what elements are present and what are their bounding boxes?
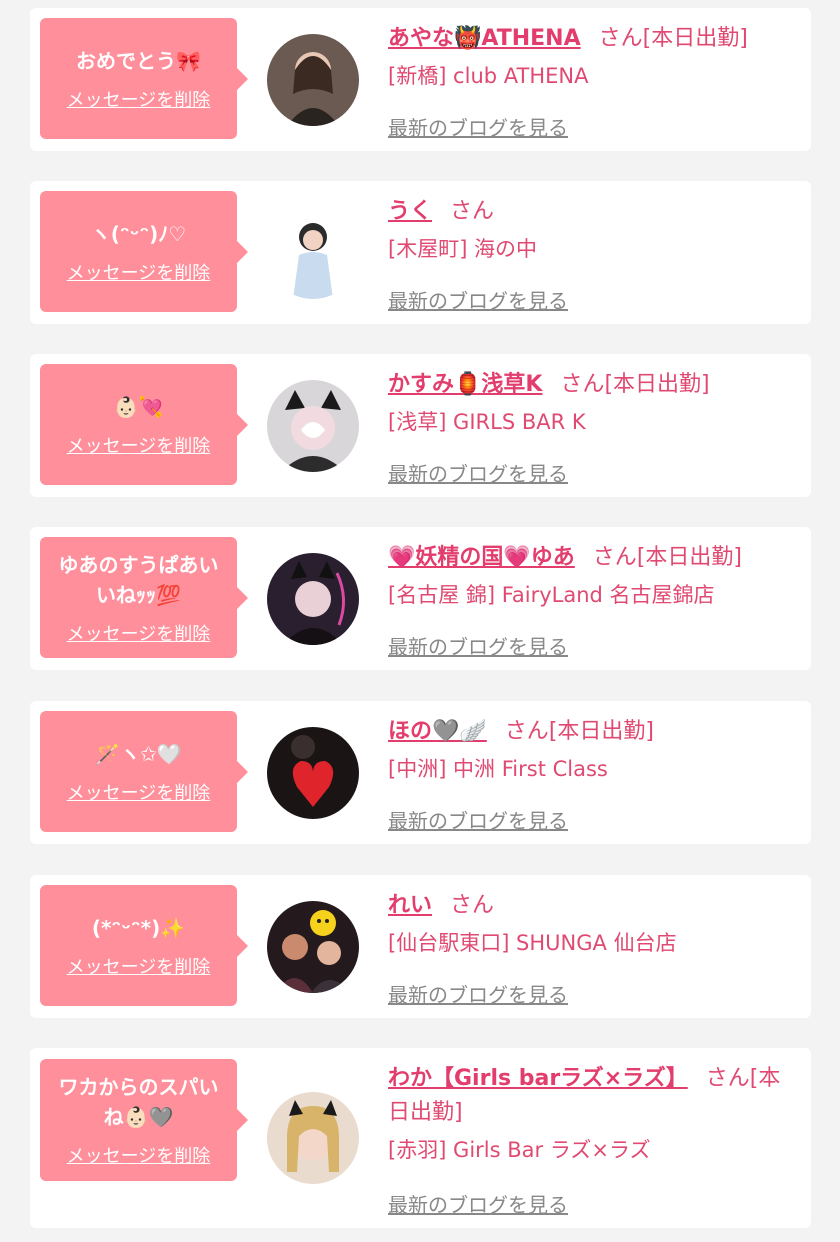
message-card: ワカからのスパいね👶🏻🩶 メッセージを削除 わか【Girls barラズ×ラズ】… xyxy=(30,1048,811,1228)
cast-info: かすみ🏮浅草K さん[本日出勤] [浅草] GIRLS BAR K xyxy=(388,368,791,440)
cast-name-link[interactable]: かすみ🏮浅草K xyxy=(388,372,542,397)
latest-blog-link[interactable]: 最新のブログを見る xyxy=(388,285,568,314)
message-list: おめでとう🎀 メッセージを削除 あやな👹ATHENA さん[本日出勤] [新橋] … xyxy=(0,0,840,1242)
avatar[interactable] xyxy=(267,1092,359,1184)
honorific: さん xyxy=(705,1066,750,1091)
message-card: 👶🏻💘 メッセージを削除 かすみ🏮浅草K さん[本日出勤] [浅草] GIRLS … xyxy=(30,354,811,497)
status-badge: [本日出勤] xyxy=(642,26,748,51)
delete-message-link[interactable]: メッセージを削除 xyxy=(67,86,211,112)
cast-name-link[interactable]: うく xyxy=(388,199,432,224)
latest-blog-link[interactable]: 最新のブログを見る xyxy=(388,112,568,141)
avatar[interactable] xyxy=(267,727,359,819)
honorific: さん xyxy=(560,372,605,397)
avatar[interactable] xyxy=(267,553,359,645)
message-bubble: おめでとう🎀 メッセージを削除 xyxy=(40,18,248,139)
delete-message-link[interactable]: メッセージを削除 xyxy=(67,259,211,285)
message-card: (*ᵔᵕᵔ*)✨ メッセージを削除 れい さん [仙台駅東口] SHUNGA 仙台… xyxy=(30,875,811,1018)
message-bubble: ワカからのスパいね👶🏻🩶 メッセージを削除 xyxy=(40,1059,248,1181)
cast-name-link[interactable]: わか【Girls barラズ×ラズ】 xyxy=(388,1066,688,1091)
shop-info: [新橋] club ATHENA xyxy=(388,64,589,88)
cast-info: ほの🩶🪽 さん[本日出勤] [中洲] 中洲 First Class xyxy=(388,715,791,787)
message-card: ゆあのすうぱあいいねｯｯ💯 メッセージを削除 💗妖精の国💗ゆあ さん[本日出勤] … xyxy=(30,527,811,670)
message-text: 🪄ヽ✩🤍 xyxy=(95,741,182,766)
shop-info: [中洲] 中洲 First Class xyxy=(388,757,608,781)
status-badge: [本日出勤] xyxy=(636,545,742,570)
honorific: さん xyxy=(450,893,495,918)
message-text: 👶🏻💘 xyxy=(113,394,164,419)
message-text: おめでとう🎀 xyxy=(76,48,201,73)
latest-blog-link[interactable]: 最新のブログを見る xyxy=(388,979,568,1008)
delete-message-link[interactable]: メッセージを削除 xyxy=(67,620,211,646)
message-text: ワカからのスパいね👶🏻🩶 xyxy=(58,1075,219,1129)
status-badge: [本日出勤] xyxy=(548,719,654,744)
cast-name-link[interactable]: ほの🩶🪽 xyxy=(388,719,487,744)
cast-info: わか【Girls barラズ×ラズ】 さん[本日出勤] [赤羽] Girls Ba… xyxy=(388,1062,791,1168)
shop-info: [仙台駅東口] SHUNGA 仙台店 xyxy=(388,931,677,955)
delete-message-link[interactable]: メッセージを削除 xyxy=(67,1142,211,1168)
message-text: (*ᵔᵕᵔ*)✨ xyxy=(91,915,186,940)
cast-name-link[interactable]: れい xyxy=(388,893,432,918)
shop-info: [赤羽] Girls Bar ラズ×ラズ xyxy=(388,1138,651,1162)
latest-blog-link[interactable]: 最新のブログを見る xyxy=(388,631,568,660)
message-card: 🪄ヽ✩🤍 メッセージを削除 ほの🩶🪽 さん[本日出勤] [中洲] 中洲 First… xyxy=(30,701,811,844)
message-text: ゆあのすうぱあいいねｯｯ💯 xyxy=(58,552,219,607)
message-card: ヽ(ᵔᵕᵔ)ﾉ♡ メッセージを削除 うく さん [木屋町] 海の中 最新のブログを… xyxy=(30,181,811,324)
latest-blog-link[interactable]: 最新のブログを見る xyxy=(388,805,568,834)
message-text: ヽ(ᵔᵕᵔ)ﾉ♡ xyxy=(90,221,187,246)
message-bubble: 🪄ヽ✩🤍 メッセージを削除 xyxy=(40,711,248,832)
delete-message-link[interactable]: メッセージを削除 xyxy=(67,432,211,458)
message-bubble: 👶🏻💘 メッセージを削除 xyxy=(40,364,248,485)
cast-name-link[interactable]: 💗妖精の国💗ゆあ xyxy=(388,545,575,570)
latest-blog-link[interactable]: 最新のブログを見る xyxy=(388,458,568,487)
delete-message-link[interactable]: メッセージを削除 xyxy=(67,953,211,979)
cast-info: うく さん [木屋町] 海の中 xyxy=(388,195,791,267)
message-bubble: ゆあのすうぱあいいねｯｯ💯 メッセージを削除 xyxy=(40,537,248,658)
honorific: さん xyxy=(504,719,549,744)
avatar[interactable] xyxy=(267,207,359,299)
shop-info: [木屋町] 海の中 xyxy=(388,237,538,261)
status-badge: [本日出勤] xyxy=(604,372,710,397)
cast-info: 💗妖精の国💗ゆあ さん[本日出勤] [名古屋 錦] FairyLand 名古屋錦店 xyxy=(388,541,791,613)
cast-info: れい さん [仙台駅東口] SHUNGA 仙台店 xyxy=(388,889,791,961)
shop-info: [名古屋 錦] FairyLand 名古屋錦店 xyxy=(388,583,715,607)
cast-name-link[interactable]: あやな👹ATHENA xyxy=(388,26,581,51)
avatar[interactable] xyxy=(267,34,359,126)
honorific: さん xyxy=(450,199,495,224)
cast-info: あやな👹ATHENA さん[本日出勤] [新橋] club ATHENA xyxy=(388,22,791,94)
avatar[interactable] xyxy=(267,380,359,472)
avatar[interactable] xyxy=(267,901,359,993)
message-bubble: (*ᵔᵕᵔ*)✨ メッセージを削除 xyxy=(40,885,248,1006)
delete-message-link[interactable]: メッセージを削除 xyxy=(67,779,211,805)
message-bubble: ヽ(ᵔᵕᵔ)ﾉ♡ メッセージを削除 xyxy=(40,191,248,312)
honorific: さん xyxy=(598,26,643,51)
latest-blog-link[interactable]: 最新のブログを見る xyxy=(388,1189,568,1218)
honorific: さん xyxy=(592,545,637,570)
message-card: おめでとう🎀 メッセージを削除 あやな👹ATHENA さん[本日出勤] [新橋] … xyxy=(30,8,811,151)
shop-info: [浅草] GIRLS BAR K xyxy=(388,410,586,434)
